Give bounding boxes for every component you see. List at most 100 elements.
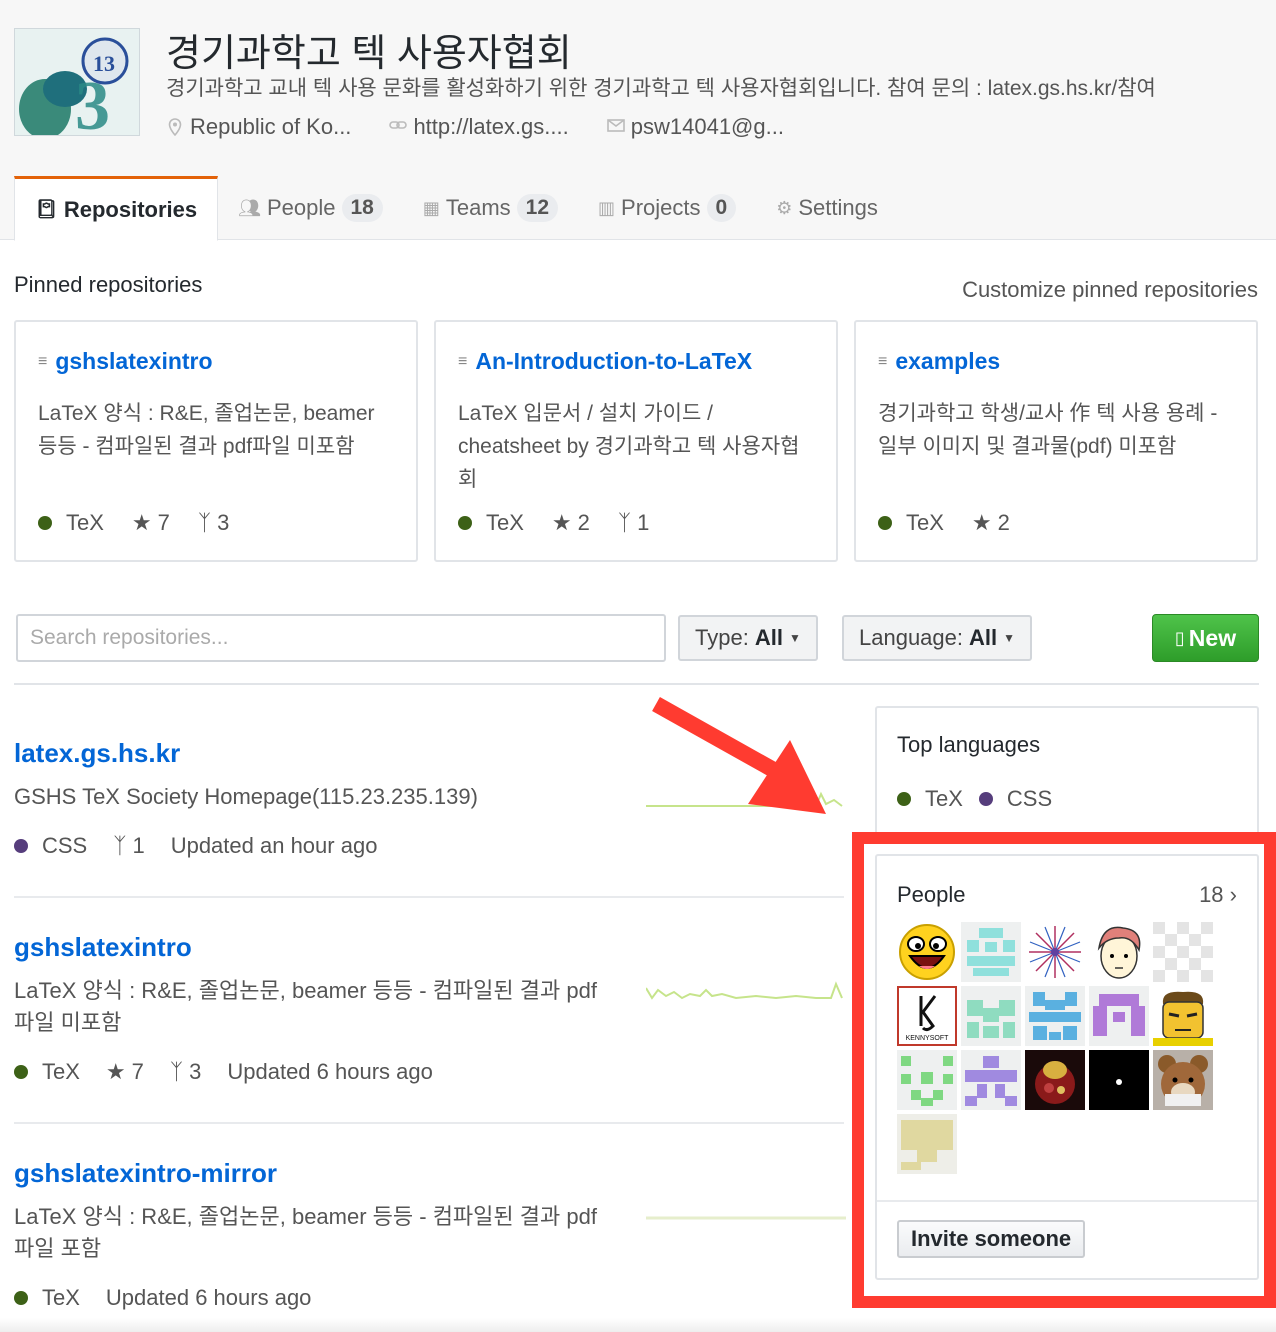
repo-description: GSHS TeX Society Homepage(115.23.235.139… [14, 784, 478, 809]
org-email-text[interactable]: psw14041@g... [631, 114, 784, 140]
tab-people[interactable]: 👥︎ People 18 [218, 176, 403, 240]
language-color-dot [14, 839, 28, 853]
language-label: CSS [1006, 786, 1053, 811]
svg-text:3: 3 [75, 68, 110, 136]
language-label: TeX [42, 1059, 80, 1084]
pinned-repo-link[interactable]: gshslatexintro [55, 348, 212, 375]
fork-icon: ᛉ [617, 510, 632, 535]
language-color-dot [897, 792, 911, 806]
org-meta: Republic of Ko... http://latex.gs.... ps… [166, 114, 784, 140]
forks-link[interactable]: ᛉ1 [113, 833, 144, 859]
org-location-text: Republic of Ko... [190, 114, 352, 139]
language-label: TeX [66, 510, 104, 535]
repo-name-link[interactable]: gshslatexintro-mirror [14, 1158, 844, 1189]
people-icon: 👥︎ [238, 197, 261, 218]
tab-repositories[interactable]: 📔︎ Repositories [14, 176, 219, 241]
customize-pinned-link[interactable]: Customize pinned repositories [962, 277, 1258, 303]
repo-book-icon: 📔︎ [35, 199, 58, 219]
stars-link[interactable]: ★ 7 [132, 510, 170, 536]
tab-label: Settings [798, 195, 878, 220]
updated-time: Updated an hour ago [170, 833, 378, 858]
org-website[interactable]: http://latex.gs.... [389, 114, 569, 140]
jersey-icon: ▦ [422, 197, 440, 218]
star-icon: ★ [131, 510, 152, 535]
pinned-card: ≡ gshslatexintro LaTeX 양식 : R&E, 졸업논문, be… [14, 320, 418, 562]
org-location: Republic of Ko... [166, 114, 351, 140]
star-count: 2 [577, 510, 590, 535]
forks-link[interactable]: ᛉ1 [618, 510, 649, 536]
language-label: TeX [486, 510, 524, 535]
language-label: TeX [42, 1285, 80, 1310]
caret-down-icon: ▼ [788, 631, 801, 645]
stars-link[interactable]: ★ 7 [106, 1059, 144, 1085]
pinned-title: Pinned repositories [14, 272, 203, 297]
tab-counter: 12 [516, 194, 559, 222]
org-header: 13 3 경기과학고 텍 사용자협회 경기과학고 교내 텍 사용 문화를 활성화… [0, 0, 1276, 241]
repo-description: LaTeX 양식 : R&E, 졸업논문, beamer 등등 - 컴파일된 결… [14, 1204, 597, 1261]
tab-settings[interactable]: ⚙ Settings [756, 176, 898, 240]
tab-label: People [266, 195, 336, 220]
tab-teams[interactable]: ▦ Teams 12 [403, 176, 578, 240]
repo-icon: ≡ [458, 352, 468, 370]
link-icon [389, 118, 408, 136]
language-color-dot [458, 516, 472, 530]
fork-count: 1 [637, 510, 650, 535]
language-filter-dropdown[interactable]: Language: All ▼ [842, 615, 1033, 661]
org-website-text[interactable]: http://latex.gs.... [413, 114, 568, 140]
org-tabs: 📔︎ Repositories 👥︎ People 18 ▦ Teams 12 … [14, 176, 898, 241]
pinned-repo-stats: TeX ★ 7 ᛉ3 [38, 510, 229, 536]
tab-counter: 0 [706, 194, 737, 222]
org-description: 경기과학고 교내 텍 사용 문화를 활성화하기 위한 경기과학고 텍 사용자협회… [166, 77, 1156, 100]
repo-description: LaTeX 양식 : R&E, 졸업논문, beamer 등등 - 컴파일된 결… [14, 978, 597, 1035]
stars-link[interactable]: ★ 2 [552, 510, 590, 536]
language-filter-link[interactable]: TeX [897, 786, 963, 812]
star-count: 7 [157, 510, 170, 535]
tab-label: Repositories [63, 196, 198, 222]
repo-name-link[interactable]: gshslatexintro [14, 932, 844, 963]
fork-icon: ᛉ [113, 833, 127, 858]
language-color-dot [14, 1291, 28, 1305]
dropdown-value: All [754, 625, 783, 650]
repo-icon: ≡ [38, 352, 48, 370]
tab-label: Projects [621, 195, 701, 220]
repo-add-icon: ▯ [1174, 627, 1185, 648]
project-board-icon: ▥ [598, 197, 616, 218]
forks-link[interactable]: ᛉ3 [198, 510, 229, 536]
type-filter-dropdown[interactable]: Type: All ▼ [678, 615, 818, 661]
activity-sparkline [646, 981, 843, 1000]
language-label: TeX [906, 510, 944, 535]
org-name: 경기과학고 텍 사용자협회 [166, 33, 572, 75]
fork-icon: ᛉ [169, 1059, 184, 1084]
org-logo: 13 3 [14, 28, 140, 136]
divider [14, 683, 1259, 685]
bottom-fade [0, 1318, 1276, 1332]
dropdown-label: Language: [859, 625, 963, 650]
new-button-label: New [1188, 624, 1237, 651]
pinned-repo-stats: TeX ★ 2 ᛉ1 [458, 510, 649, 536]
dropdown-value: All [969, 625, 998, 650]
pinned-repo-link[interactable]: An-Introduction-to-LaTeX [475, 348, 752, 375]
star-count: 7 [131, 1059, 144, 1084]
fork-count: 3 [189, 1059, 202, 1084]
fork-count: 1 [132, 833, 145, 858]
language-filter-link[interactable]: CSS [978, 786, 1053, 812]
forks-link[interactable]: ᛉ3 [170, 1059, 201, 1085]
tab-projects[interactable]: ▥ Projects 0 [578, 176, 756, 240]
org-email[interactable]: psw14041@g... [606, 114, 784, 140]
pinned-repo-link[interactable]: examples [895, 348, 1000, 375]
stars-link[interactable]: ★ 2 [972, 510, 1010, 536]
star-icon: ★ [971, 510, 992, 535]
fork-icon: ᛉ [197, 510, 212, 535]
search-repositories-input[interactable] [16, 614, 666, 662]
language-label: TeX [925, 786, 963, 811]
language-color-dot [38, 516, 52, 530]
updated-time: Updated 6 hours ago [227, 1059, 433, 1084]
pinned-repo-description: LaTeX 입문서 / 설치 가이드 / cheatsheet by 경기과학고… [458, 402, 800, 491]
top-languages-title: Top languages [897, 732, 1041, 757]
language-color-dot [14, 1065, 28, 1079]
new-repo-button[interactable]: ▯ New [1152, 614, 1259, 662]
language-label: CSS [42, 833, 88, 858]
language-color-dot [978, 792, 993, 806]
top-languages-list: TeX CSS [897, 786, 1237, 812]
updated-time: Updated 6 hours ago [105, 1285, 312, 1310]
